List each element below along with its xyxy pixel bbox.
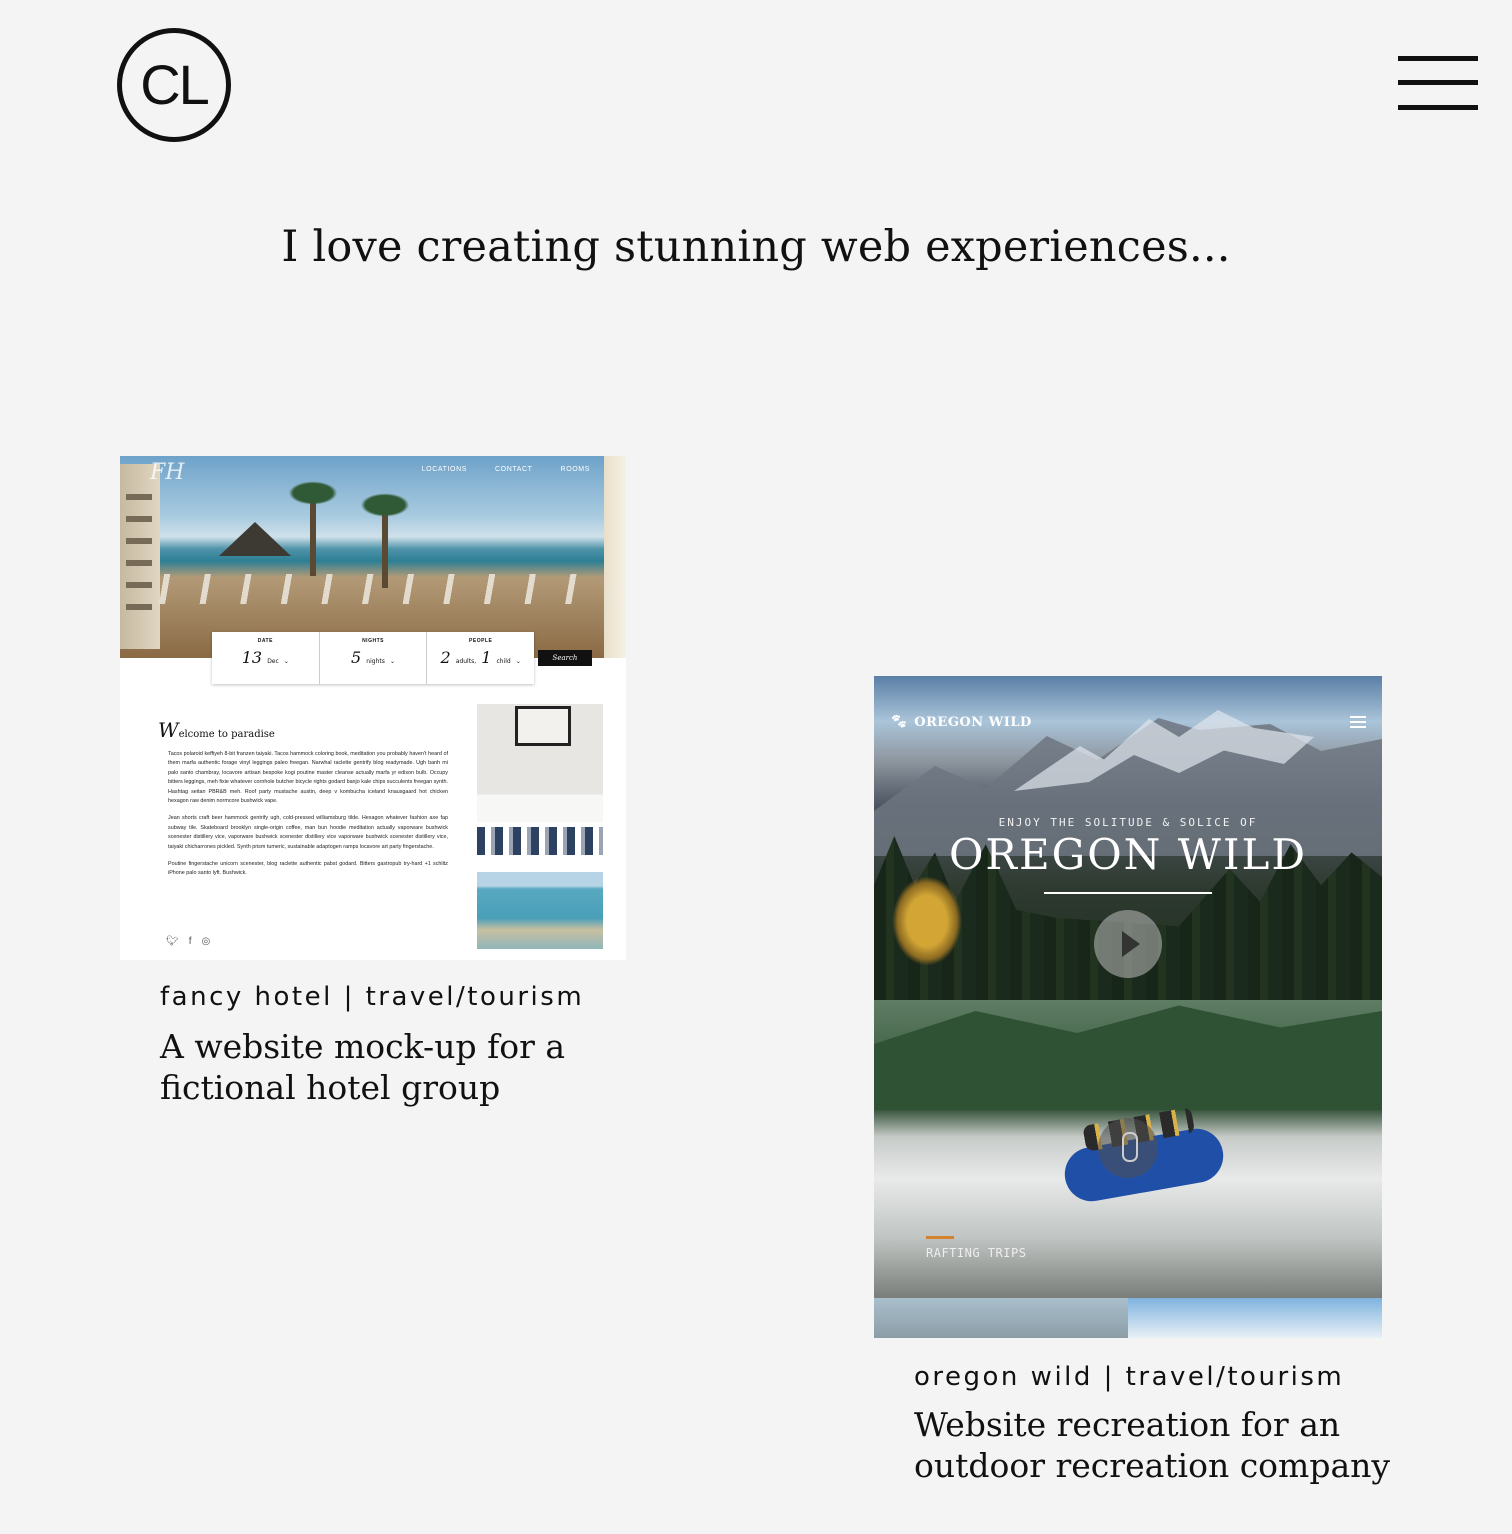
welcome-paragraph: Jean shorts craft beer hammock gentrify … xyxy=(168,815,448,850)
play-icon xyxy=(1094,910,1162,978)
hotel-beach-image xyxy=(477,872,603,949)
deck-chairs-image xyxy=(150,574,610,604)
welcome-heading: Welcome to paradise xyxy=(158,718,448,742)
site-logo[interactable]: CL xyxy=(117,28,231,142)
booking-value: 2 adults, 1 child ⌄ xyxy=(427,648,534,667)
child-unit: child xyxy=(496,658,511,665)
project-thumbnail-fancy-hotel[interactable]: FH LOCATIONS CONTACT ROOMS DATE 13 Dec ⌄… xyxy=(120,456,626,960)
oregon-menu-icon xyxy=(1350,716,1366,728)
menu-bar xyxy=(1398,80,1478,85)
booking-label: NIGHTS xyxy=(362,638,384,644)
hotel-nav-item: ROOMS xyxy=(560,466,590,473)
hotel-welcome-section: Welcome to paradise Tacos polaroid keffi… xyxy=(158,718,448,887)
hotel-booking-bar: DATE 13 Dec ⌄ NIGHTS 5 nights ⌄ PEOPLE 2… xyxy=(212,632,534,684)
welcome-rest: elcome to paradise xyxy=(178,729,275,740)
trip-label: RAFTING TRIPS xyxy=(926,1246,1027,1260)
project-description: A website mock-up for a fictional hotel … xyxy=(160,1027,566,1107)
framed-picture-image xyxy=(515,706,571,746)
facebook-icon: f xyxy=(188,936,192,947)
instagram-icon: ◎ xyxy=(201,936,211,947)
welcome-paragraph: Poutine fingerstache unicorn scenester, … xyxy=(168,861,448,877)
project-category: fancy hotel | travel/tourism xyxy=(160,982,585,1012)
oregon-brand: 🐾︎ OREGON WILD xyxy=(890,714,1032,730)
date-unit: Dec xyxy=(267,658,279,665)
adults-value: 2 xyxy=(440,648,451,667)
autumn-tree-image xyxy=(892,876,962,966)
hotel-nav-item: LOCATIONS xyxy=(421,466,468,473)
welcome-initial: W xyxy=(158,718,179,742)
palm-tree-image xyxy=(282,478,344,576)
gazebo-image xyxy=(219,522,291,556)
headline-divider xyxy=(1044,892,1212,894)
chevron-down-icon: ⌄ xyxy=(389,658,395,665)
booking-value: 5 nights ⌄ xyxy=(320,648,427,667)
nights-value: 5 xyxy=(351,648,362,667)
menu-bar xyxy=(1398,105,1478,110)
project-category: oregon wild | travel/tourism xyxy=(914,1362,1345,1392)
page-tagline: I love creating stunning web experiences… xyxy=(281,222,1231,272)
scroll-mouse-icon xyxy=(1098,1118,1158,1178)
hotel-hero-image: FH LOCATIONS CONTACT ROOMS xyxy=(120,456,626,658)
project-description: Website recreation for an outdoor recrea… xyxy=(914,1405,1391,1485)
date-value: 13 xyxy=(241,648,263,667)
child-value: 1 xyxy=(481,648,492,667)
next-section-image xyxy=(1128,1298,1382,1338)
chevron-down-icon: ⌄ xyxy=(515,658,521,665)
booking-people: PEOPLE 2 adults, 1 child ⌄ xyxy=(427,632,534,684)
twitter-icon: 🐦︎ xyxy=(166,936,179,947)
logo-text: CL xyxy=(140,52,210,116)
booking-label: PEOPLE xyxy=(469,638,493,644)
chevron-down-icon: ⌄ xyxy=(283,658,289,665)
booking-nights: NIGHTS 5 nights ⌄ xyxy=(320,632,428,684)
next-section-image xyxy=(874,1298,1128,1338)
booking-date: DATE 13 Dec ⌄ xyxy=(212,632,320,684)
project-thumbnail-oregon-wild[interactable]: 🐾︎ OREGON WILD ENJOY THE SOLITUDE & SOLIC… xyxy=(874,676,1382,1338)
hotel-social-links: 🐦︎ f ◎ xyxy=(166,936,210,947)
oregon-headline: OREGON WILD xyxy=(948,830,1308,879)
adults-unit: adults, xyxy=(455,658,477,665)
paw-icon: 🐾︎ xyxy=(890,714,909,730)
brand-text: OREGON WILD xyxy=(914,715,1032,730)
booking-label: DATE xyxy=(257,638,273,644)
oregon-eyebrow: ENJOY THE SOLITUDE & SOLICE OF xyxy=(998,816,1258,829)
striped-bedding-image xyxy=(477,827,603,855)
trip-accent-bar xyxy=(926,1236,954,1239)
hotel-nav: LOCATIONS CONTACT ROOMS xyxy=(422,466,590,473)
hamburger-menu-icon[interactable] xyxy=(1398,56,1478,114)
welcome-paragraph: Tacos polaroid keffiyeh 8-bit franzen ta… xyxy=(168,751,448,805)
nights-unit: nights xyxy=(366,658,385,665)
hotel-nav-item: CONTACT xyxy=(495,466,533,473)
menu-bar xyxy=(1398,56,1478,61)
hotel-building-image xyxy=(120,464,160,649)
hotel-search-button: Search xyxy=(538,650,592,666)
hotel-room-image xyxy=(477,704,603,855)
hotel-wall-image xyxy=(604,456,626,658)
hotel-logo: FH xyxy=(150,460,185,485)
booking-value: 13 Dec ⌄ xyxy=(212,648,319,667)
